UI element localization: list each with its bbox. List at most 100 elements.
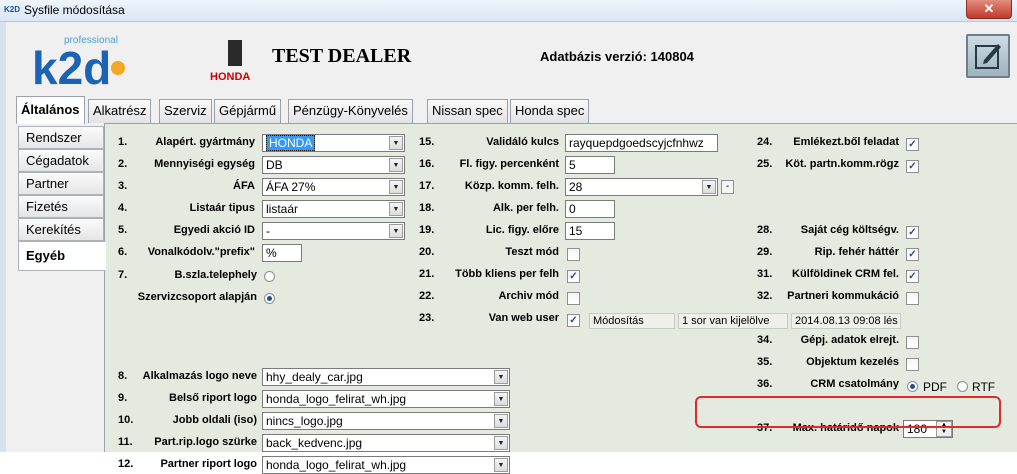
partner-report-logo-select[interactable]: honda_logo_felirat_wh.jpg ▼ (262, 456, 510, 474)
window-title: Sysfile módosítása (24, 3, 125, 17)
field-label: Partner riport logo (160, 458, 257, 470)
multi-client-checkbox[interactable]: ✓ (567, 270, 580, 283)
selected-value: DB (266, 158, 283, 172)
sidebar: Rendszer Cégadatok Partner Fizetés Kerek… (18, 126, 106, 271)
field-label: Szervizcsoport alapján (137, 291, 257, 303)
apps-per-user-input[interactable]: 0 (565, 200, 615, 218)
field-label: Alkalmazás logo neve (142, 370, 257, 382)
field-label: Listaár tipus (189, 202, 255, 214)
tab-szerviz[interactable]: Szerviz (159, 99, 212, 123)
honda-logo: HONDA (210, 40, 250, 83)
sidebar-item-partner[interactable]: Partner (18, 172, 104, 195)
field-number: 1. (118, 136, 128, 148)
foreign-crm-checkbox[interactable]: ✓ (906, 270, 919, 283)
chevron-down-icon[interactable]: ▼ (494, 458, 508, 472)
partner-communication-checkbox[interactable] (906, 292, 919, 305)
white-bg-checkbox[interactable]: ✓ (906, 248, 919, 261)
field-number: 22. (419, 290, 435, 302)
unit-select[interactable]: DB ▼ (262, 156, 405, 174)
field-number: 12. (118, 458, 134, 470)
field-number: 36. (757, 378, 773, 390)
edit-button[interactable] (966, 34, 1010, 78)
field-number: 11. (118, 436, 133, 448)
dealer-name: TEST DEALER (272, 45, 412, 67)
title-bar: K2D Sysfile módosítása ✕ (0, 0, 1017, 22)
field-number: 8. (118, 370, 128, 382)
selected-value: nincs_logo.jpg (266, 414, 343, 428)
check-minutes-input[interactable]: 5 (565, 156, 615, 174)
test-mode-checkbox[interactable] (567, 248, 580, 261)
price-type-select[interactable]: listaár ▼ (262, 200, 405, 218)
hide-vehicle-data-checkbox[interactable] (906, 336, 919, 349)
field-label: CRM csatolmány (810, 378, 899, 390)
license-days-input[interactable]: 15 (565, 222, 615, 240)
tab-penzugy[interactable]: Pénzügy-Könyvelés (288, 99, 413, 123)
central-comm-user-select[interactable]: 28 ▼ (565, 178, 718, 196)
tab-nissan[interactable]: Nissan spec (427, 99, 508, 123)
sidebar-item-egyeb[interactable]: Egyéb (18, 241, 106, 271)
field-label: ÁFA (233, 180, 255, 192)
field-number: 35. (757, 356, 773, 368)
vat-select[interactable]: ÁFA 27% ▼ (262, 178, 405, 196)
field-label: Lic. figy. előre (485, 224, 559, 236)
app-logo-select[interactable]: hhy_dealy_car.jpg ▼ (262, 368, 510, 386)
chevron-down-icon[interactable]: ▼ (702, 180, 716, 194)
field-label: Alapért. gyártmány (155, 136, 255, 148)
right-logo-select[interactable]: nincs_logo.jpg ▼ (262, 412, 510, 430)
field-number: 15. (419, 136, 435, 148)
object-handling-checkbox[interactable] (906, 358, 919, 371)
chevron-down-icon[interactable]: ▼ (494, 392, 508, 406)
own-budget-checkbox[interactable]: ✓ (906, 226, 919, 239)
chevron-down-icon[interactable]: ▼ (389, 158, 403, 172)
window-body: professional k2d HONDA TEST DEALER Adatb… (0, 22, 1017, 474)
reminder-task-checkbox[interactable]: ✓ (906, 138, 919, 151)
pdf-radio[interactable] (907, 381, 918, 392)
clear-button[interactable]: - (721, 180, 734, 194)
chevron-down-icon[interactable]: ▼ (389, 180, 403, 194)
barcode-prefix-input[interactable]: % (262, 244, 302, 262)
chevron-down-icon[interactable]: ▼ (494, 414, 508, 428)
field-label: Több kliens per felh (455, 268, 559, 280)
validation-key-input[interactable]: rayquepdgoedscyjcfnhwz (565, 134, 718, 152)
selected-value: ÁFA 27% (266, 180, 316, 194)
tab-alkatresz[interactable]: Alkatrész (88, 99, 152, 123)
chevron-down-icon[interactable]: ▼ (494, 436, 508, 450)
sidebar-item-kerekites[interactable]: Kerekítés (18, 218, 104, 241)
field-label: Gépj. adatok elrejt. (800, 334, 899, 346)
field-label: B.szla.telephely (174, 269, 257, 281)
field-label: Validáló kulcs (486, 136, 559, 148)
web-user-checkbox[interactable]: ✓ (567, 314, 580, 327)
tab-gepjarmu[interactable]: Gépjármű (214, 99, 282, 123)
field-number: 7. (118, 269, 128, 281)
sidebar-item-rendszer[interactable]: Rendszer (18, 126, 104, 149)
tab-honda[interactable]: Honda spec (510, 99, 590, 123)
chevron-down-icon[interactable]: ▼ (389, 136, 403, 150)
chevron-down-icon[interactable]: ▼ (389, 202, 403, 216)
field-number: 34. (757, 334, 773, 346)
service-group-radio[interactable] (264, 293, 275, 304)
field-number: 28. (757, 224, 773, 236)
sidebar-item-cegadatok[interactable]: Cégadatok (18, 149, 104, 172)
close-button[interactable]: ✕ (966, 0, 1012, 19)
archive-mode-checkbox[interactable] (567, 292, 580, 305)
field-label: Vonalkódolv."prefix" (147, 246, 255, 258)
chevron-down-icon[interactable]: ▼ (494, 370, 508, 384)
field-number: 32. (757, 290, 773, 302)
field-label: Van web user (488, 312, 559, 324)
partner-report-grey-logo-select[interactable]: back_kedvenc.jpg ▼ (262, 434, 510, 452)
field-number: 29. (757, 246, 773, 258)
sidebar-item-fizetes[interactable]: Fizetés (18, 195, 104, 218)
promo-id-select[interactable]: - ▼ (262, 222, 405, 240)
site-radio[interactable] (264, 271, 275, 282)
field-number: 23. (419, 312, 435, 324)
manufacturer-select[interactable]: HONDA ▼ (262, 134, 405, 152)
internal-report-logo-select[interactable]: honda_logo_felirat_wh.jpg ▼ (262, 390, 510, 408)
field-number: 4. (118, 202, 128, 214)
partner-comm-checkbox[interactable]: ✓ (906, 160, 919, 173)
chevron-down-icon[interactable]: ▼ (389, 224, 403, 238)
tab-altalanos[interactable]: Általános (16, 96, 85, 124)
rtf-radio[interactable] (957, 381, 968, 392)
field-label: Archiv mód (498, 290, 559, 302)
selection-status: 1 sor van kijelölve (678, 313, 788, 329)
selected-value: honda_logo_felirat_wh.jpg (266, 458, 407, 472)
